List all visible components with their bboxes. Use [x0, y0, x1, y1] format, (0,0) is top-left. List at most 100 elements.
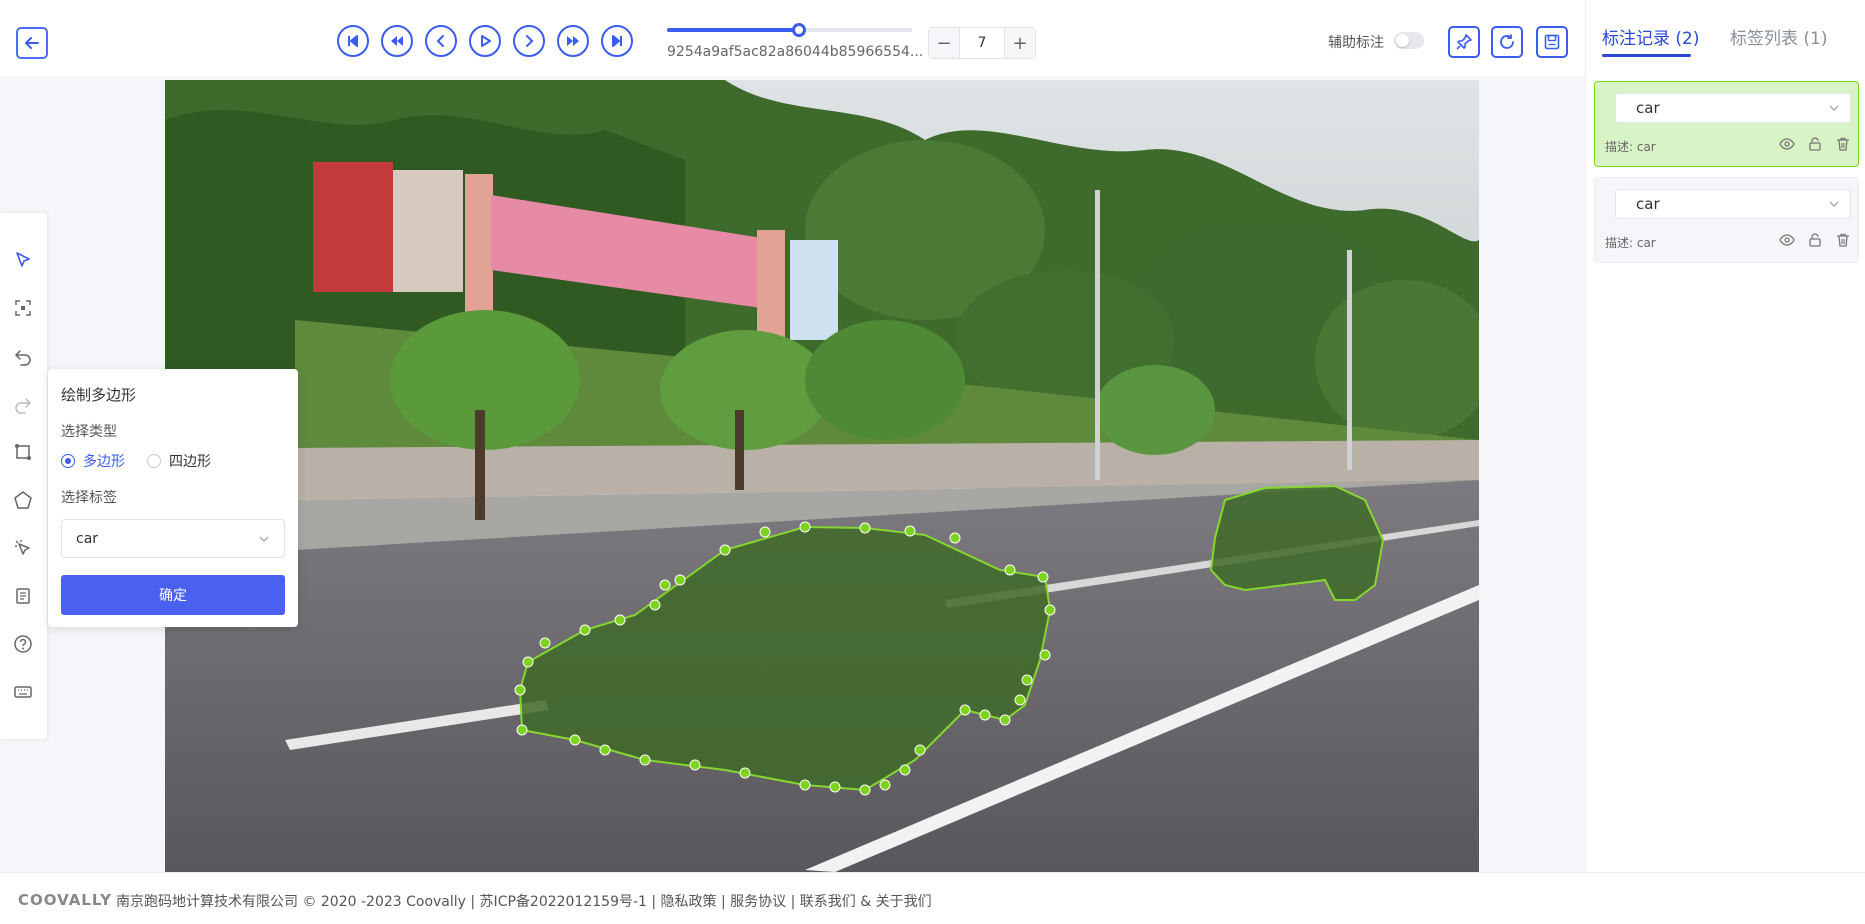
play-icon: [481, 35, 491, 47]
delete-button[interactable]: [1834, 231, 1852, 249]
right-panel: 标注记录 (2) 标签列表 (1) car 描述: car car 描述: ca…: [1585, 0, 1865, 872]
back-button[interactable]: [16, 27, 48, 59]
image-progress-slider[interactable]: [667, 23, 912, 37]
aux-annotation-toggle[interactable]: [1394, 32, 1424, 49]
help-button[interactable]: [10, 631, 36, 657]
chevron-down-icon: [259, 536, 269, 542]
radio-polygon[interactable]: [61, 454, 75, 468]
polygon-tool-button[interactable]: [10, 487, 36, 513]
last-image-button[interactable]: [601, 25, 633, 57]
chevron-right-icon: [526, 35, 534, 47]
page-footer: COOVALLY 南京跑码地计算技术有限公司 © 2020 -2023 Coov…: [0, 872, 1865, 924]
skip-last-icon: [612, 35, 622, 47]
toggle-knob: [1396, 34, 1409, 47]
visibility-button[interactable]: [1778, 135, 1796, 153]
right-panel-tabs: 标注记录 (2) 标签列表 (1): [1586, 0, 1865, 60]
undo-button[interactable]: [10, 343, 36, 369]
save-button[interactable]: [1536, 26, 1568, 58]
help-icon: [14, 635, 32, 653]
keyboard-icon: [14, 686, 32, 698]
lock-button[interactable]: [1806, 231, 1824, 249]
rect-tool-button[interactable]: [10, 439, 36, 465]
page-stepper: − 7 +: [928, 27, 1036, 59]
chevron-down-icon: [1829, 105, 1839, 111]
delete-button[interactable]: [1834, 135, 1852, 153]
annotation-image[interactable]: [165, 80, 1479, 872]
left-tool-panel: [0, 213, 47, 739]
radio-quad-label[interactable]: 四边形: [169, 451, 211, 471]
type-label: 选择类型: [61, 424, 117, 440]
polygon-tool-icon: [14, 491, 32, 509]
coovally-logo: COOVALLY: [18, 891, 112, 909]
tag-select-value: car: [76, 530, 99, 547]
save-icon: [1544, 34, 1560, 50]
rect-tool-icon: [15, 444, 31, 460]
fast-forward-button[interactable]: [557, 25, 589, 57]
select-tool-button[interactable]: [10, 247, 36, 273]
record-actions: [1778, 135, 1852, 153]
pin-icon: [1456, 34, 1472, 50]
page-number-input[interactable]: 7: [959, 28, 1005, 58]
trash-icon: [1837, 233, 1849, 247]
skip-first-icon: [348, 35, 358, 47]
refresh-icon: [1500, 34, 1514, 49]
tab-label-list[interactable]: 标签列表 (1): [1730, 24, 1827, 49]
keyboard-shortcuts-button[interactable]: [10, 679, 36, 705]
pin-button[interactable]: [1448, 26, 1480, 58]
previous-button[interactable]: [425, 25, 457, 57]
record-label-value: car: [1636, 195, 1660, 213]
type-radio-group: 多边形 四边形: [61, 451, 211, 471]
select-icon: [16, 252, 30, 267]
increment-button[interactable]: +: [1005, 28, 1035, 58]
record-description: 描述: car: [1605, 140, 1656, 154]
tag-select[interactable]: car: [61, 519, 285, 558]
redo-button[interactable]: [10, 391, 36, 417]
record-actions: [1778, 231, 1852, 249]
chevron-left-icon: [436, 35, 444, 47]
slider-thumb[interactable]: [792, 23, 807, 37]
rewind-icon: [391, 36, 403, 46]
eye-icon: [1779, 234, 1795, 246]
active-tab-indicator: [1602, 54, 1691, 57]
fast-forward-icon: [567, 36, 579, 46]
image-navigation: [337, 25, 633, 57]
redo-icon: [15, 398, 32, 414]
annotation-record-2[interactable]: car 描述: car: [1594, 177, 1859, 263]
eye-icon: [1779, 138, 1795, 150]
tag-label: 选择标签: [61, 490, 117, 506]
car-polygon-2[interactable]: [1209, 484, 1385, 601]
list-icon: [16, 588, 30, 604]
image-id-label: 9254a9af5ac82a86044b85966554...: [667, 44, 924, 60]
refresh-button[interactable]: [1491, 26, 1523, 58]
first-image-button[interactable]: [337, 25, 369, 57]
record-label-select[interactable]: car: [1615, 189, 1851, 219]
confirm-button[interactable]: 确定: [61, 575, 285, 615]
radio-polygon-label[interactable]: 多边形: [83, 451, 125, 471]
slider-fill: [667, 28, 800, 32]
magic-select-icon: [15, 540, 30, 555]
box-select-tool-button[interactable]: [10, 295, 36, 321]
footer-text: 南京跑码地计算技术有限公司 © 2020 -2023 Coovally | 苏I…: [116, 894, 932, 910]
top-toolbar: 9254a9af5ac82a86044b85966554... − 7 + 辅助…: [0, 0, 1585, 76]
magic-select-tool-button[interactable]: [10, 535, 36, 561]
undo-icon: [14, 350, 31, 366]
lock-button[interactable]: [1806, 135, 1824, 153]
play-button[interactable]: [469, 25, 501, 57]
trash-icon: [1837, 137, 1849, 151]
decrement-button[interactable]: −: [929, 28, 959, 58]
record-label-value: car: [1636, 99, 1660, 117]
fast-back-button[interactable]: [381, 25, 413, 57]
slider-track: [667, 23, 912, 37]
tab-annotation-records[interactable]: 标注记录 (2): [1602, 24, 1699, 49]
record-description: 描述: car: [1605, 236, 1656, 250]
visibility-button[interactable]: [1778, 231, 1796, 249]
record-label-select[interactable]: car: [1615, 93, 1851, 123]
draw-polygon-popup: 绘制多边形 选择类型 多边形 四边形 选择标签 car 确定: [48, 369, 298, 627]
box-select-icon: [15, 300, 31, 316]
annotation-list-button[interactable]: [10, 583, 36, 609]
unlock-icon: [1809, 233, 1821, 247]
next-button[interactable]: [513, 25, 545, 57]
unlock-icon: [1809, 137, 1821, 151]
radio-quad[interactable]: [147, 454, 161, 468]
annotation-record-1[interactable]: car 描述: car: [1594, 81, 1859, 167]
